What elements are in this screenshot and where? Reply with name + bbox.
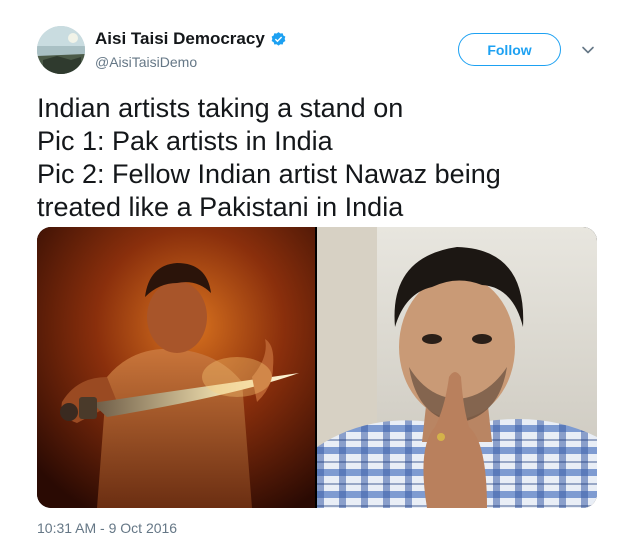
tweet-card: Aisi Taisi Democracy @AisiTaisiDemo Foll… [0, 0, 634, 546]
warrior-photo [37, 227, 315, 508]
name-row: Aisi Taisi Democracy [95, 29, 287, 49]
tweet-text-line: Pic 2: Fellow Indian artist Nawaz being [37, 159, 501, 189]
tweet-text-line: Pic 1: Pak artists in India [37, 126, 333, 156]
avatar-image [37, 26, 85, 74]
tweet-text-line: treated like a Pakistani in India [37, 192, 404, 222]
photo-1[interactable] [37, 227, 315, 508]
verified-badge-icon [271, 31, 286, 46]
tweet-timestamp[interactable]: 10:31 AM - 9 Oct 2016 [37, 520, 177, 536]
thinking-man-photo [317, 227, 597, 508]
user-handle[interactable]: @AisiTaisiDemo [95, 54, 197, 70]
chevron-down-icon[interactable] [581, 43, 595, 57]
photo-2[interactable] [317, 227, 597, 508]
tweet-text-line: Indian artists taking a stand on [37, 93, 404, 123]
avatar[interactable] [37, 26, 85, 74]
follow-button[interactable]: Follow [458, 33, 561, 66]
tweet-text: Indian artists taking a stand on Pic 1: … [37, 92, 607, 224]
media-grid [37, 227, 597, 508]
display-name[interactable]: Aisi Taisi Democracy [95, 29, 265, 49]
